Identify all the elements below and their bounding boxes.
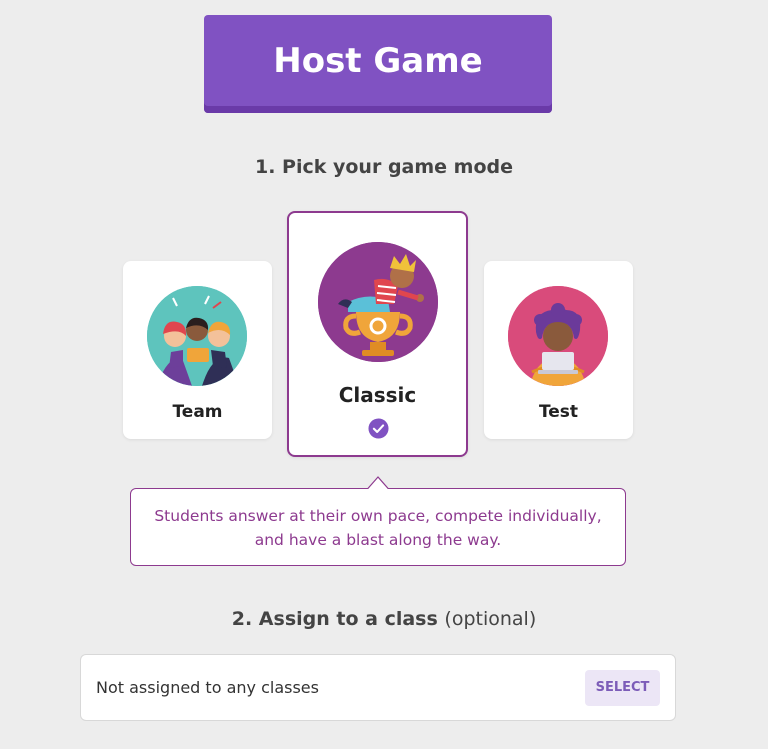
check-circle-icon: [368, 418, 389, 439]
mode-description-line-2: and have a blast along the way.: [254, 531, 502, 549]
test-laptop-illustration-icon: [508, 286, 608, 386]
mode-label-team: Team: [172, 402, 223, 422]
mode-card-classic[interactable]: Classic: [287, 211, 468, 457]
step-1-title: 1. Pick your game mode: [254, 156, 513, 178]
mode-label-test: Test: [538, 402, 579, 422]
class-assignment-field: Not assigned to any classes SELECT: [80, 654, 676, 721]
class-assignment-value: Not assigned to any classes: [96, 678, 319, 697]
mode-description: Students answer at their own pace, compe…: [130, 488, 626, 566]
host-game-button[interactable]: Host Game: [204, 15, 552, 113]
team-illustration-icon: [147, 286, 247, 386]
description-pointer-arrow: [367, 476, 389, 490]
step-2-optional-label: (optional): [444, 608, 537, 630]
step-2-title: 2. Assign to a class (optional): [0, 608, 768, 630]
mode-card-test[interactable]: Test: [484, 261, 633, 439]
mode-label-classic: Classic: [338, 383, 417, 407]
mode-description-line-1: Students answer at their own pace, compe…: [154, 507, 602, 525]
mode-card-team[interactable]: Team: [123, 261, 272, 439]
select-class-button[interactable]: SELECT: [585, 670, 660, 706]
classic-trophy-illustration-icon: [318, 242, 438, 362]
step-2-label: 2. Assign to a class: [231, 608, 438, 630]
